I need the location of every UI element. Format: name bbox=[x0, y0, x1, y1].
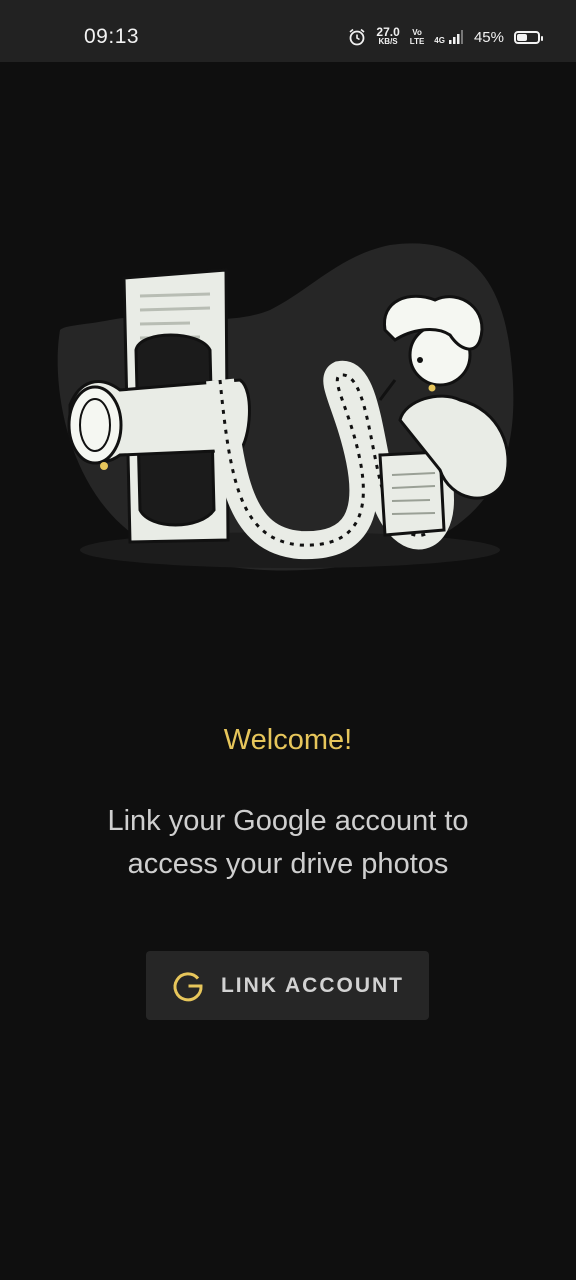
net-speed: 27.0 KB/S bbox=[376, 25, 400, 46]
network-type: 4G bbox=[434, 36, 445, 45]
google-g-icon bbox=[173, 971, 203, 1001]
battery-icon bbox=[514, 30, 543, 44]
status-bar: 09:13 27.0 KB/S Vo LTE 4G 45% bbox=[0, 0, 576, 62]
net-speed-value: 27.0 bbox=[376, 25, 400, 39]
link-account-button[interactable]: LINK ACCOUNT bbox=[146, 951, 429, 1020]
welcome-title: Welcome! bbox=[223, 724, 353, 756]
volte-bottom: LTE bbox=[409, 37, 425, 46]
signal-icon: 4G bbox=[434, 29, 464, 45]
alarm-icon bbox=[349, 28, 365, 46]
link-account-label: LINK ACCOUNT bbox=[220, 973, 405, 997]
volte-indicator: Vo LTE bbox=[410, 28, 425, 46]
signal-bars-icon bbox=[448, 30, 463, 44]
volte-top: Vo bbox=[412, 28, 422, 37]
status-icons: 27.0 KB/S Vo LTE 4G 45% bbox=[348, 24, 543, 50]
status-time: 09:13 bbox=[84, 25, 140, 48]
welcome-subtitle: Link your Google account to access your … bbox=[107, 805, 469, 880]
battery-fill bbox=[517, 33, 527, 41]
battery-percent: 45% bbox=[473, 28, 504, 46]
film-reel-illustration bbox=[57, 243, 514, 571]
net-speed-unit: KB/S bbox=[378, 37, 398, 46]
